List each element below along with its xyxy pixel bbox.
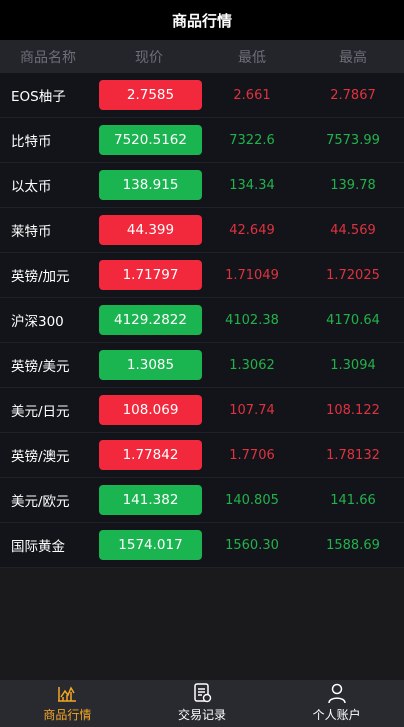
high-price: 7573.99 [326, 132, 380, 148]
product-name: 以太币 [11, 179, 52, 195]
table-row[interactable]: 比特币 7520.5162 7322.6 7573.99 [0, 118, 404, 163]
low-price: 2.661 [233, 87, 271, 103]
product-name: 美元/日元 [11, 404, 70, 420]
table-row[interactable]: 英镑/美元 1.3085 1.3062 1.3094 [0, 343, 404, 388]
price-cell: 1.71797 [96, 260, 202, 290]
current-price: 108.069 [99, 395, 202, 425]
column-header-price: 现价 [135, 49, 163, 66]
column-header-name: 商品名称 [20, 49, 76, 66]
low-price: 42.649 [229, 222, 275, 238]
column-header-low: 最低 [238, 49, 266, 66]
product-name: 沪深300 [11, 314, 64, 330]
price-cell: 138.915 [96, 170, 202, 200]
column-header-high: 最高 [339, 49, 367, 66]
product-name: EOS柚子 [11, 89, 66, 105]
tab-label: 交易记录 [178, 708, 227, 722]
price-cell: 2.7585 [96, 80, 202, 110]
low-price: 1560.30 [225, 537, 279, 553]
current-price: 138.915 [99, 170, 202, 200]
current-price: 1.3085 [99, 350, 202, 380]
page-title: 商品行情 [171, 11, 232, 30]
low-price: 140.805 [225, 492, 279, 508]
high-price: 1.78132 [326, 447, 380, 463]
low-price: 107.74 [229, 402, 275, 418]
tab-label: 商品行情 [43, 708, 92, 722]
table-row[interactable]: 美元/欧元 141.382 140.805 141.66 [0, 478, 404, 523]
high-price: 1.72025 [326, 267, 380, 283]
low-price: 7322.6 [229, 132, 275, 148]
table-row[interactable]: 国际黄金 1574.017 1560.30 1588.69 [0, 523, 404, 568]
table-row[interactable]: 英镑/加元 1.71797 1.71049 1.72025 [0, 253, 404, 298]
price-cell: 7520.5162 [96, 125, 202, 155]
table-row[interactable]: 以太币 138.915 134.34 139.78 [0, 163, 404, 208]
product-name: 比特币 [11, 134, 52, 150]
tab-records[interactable]: 交易记录 [135, 680, 270, 727]
current-price: 4129.2822 [99, 305, 202, 335]
current-price: 1.71797 [99, 260, 202, 290]
high-price: 4170.64 [326, 312, 380, 328]
price-cell: 108.069 [96, 395, 202, 425]
table-row[interactable]: 沪深300 4129.2822 4102.38 4170.64 [0, 298, 404, 343]
current-price: 1.77842 [99, 440, 202, 470]
chart-icon [58, 686, 77, 702]
low-price: 1.71049 [225, 267, 279, 283]
current-price: 7520.5162 [99, 125, 202, 155]
low-price: 4102.38 [225, 312, 279, 328]
product-name: 国际黄金 [11, 539, 65, 555]
high-price: 139.78 [330, 177, 376, 193]
price-cell: 141.382 [96, 485, 202, 515]
top-bar: 商品行情 [0, 0, 404, 40]
current-price: 141.382 [99, 485, 202, 515]
tab-account[interactable]: 个人账户 [269, 680, 404, 727]
quote-list: EOS柚子 2.7585 2.661 2.7867 比特币 7520.5162 7322.6… [0, 73, 404, 568]
price-cell: 1.3085 [96, 350, 202, 380]
high-price: 1588.69 [326, 537, 380, 553]
current-price: 2.7585 [99, 80, 202, 110]
current-price: 44.399 [99, 215, 202, 245]
price-cell: 44.399 [96, 215, 202, 245]
high-price: 108.122 [326, 402, 380, 418]
high-price: 1.3094 [330, 357, 376, 373]
tab-label: 个人账户 [312, 708, 361, 722]
table-row[interactable]: 莱特币 44.399 42.649 44.569 [0, 208, 404, 253]
table-header: 商品名称 现价 最低 最高 [0, 40, 404, 73]
low-price: 1.7706 [229, 447, 275, 463]
product-name: 莱特币 [11, 224, 52, 240]
low-price: 1.3062 [229, 357, 275, 373]
low-price: 134.34 [229, 177, 275, 193]
product-name: 美元/欧元 [11, 494, 70, 510]
bottom-tab-bar: 商品行情 交易记录 个人账户 [0, 680, 404, 727]
high-price: 141.66 [330, 492, 376, 508]
product-name: 英镑/澳元 [11, 449, 70, 465]
price-cell: 1574.017 [96, 530, 202, 560]
record-icon [194, 683, 212, 703]
high-price: 2.7867 [330, 87, 376, 103]
table-row[interactable]: 英镑/澳元 1.77842 1.7706 1.78132 [0, 433, 404, 478]
product-name: 英镑/加元 [11, 269, 70, 285]
tab-market[interactable]: 商品行情 [0, 680, 135, 727]
table-row[interactable]: 美元/日元 108.069 107.74 108.122 [0, 388, 404, 433]
price-cell: 4129.2822 [96, 305, 202, 335]
table-row[interactable]: EOS柚子 2.7585 2.661 2.7867 [0, 73, 404, 118]
product-name: 英镑/美元 [11, 359, 70, 375]
high-price: 44.569 [330, 222, 376, 238]
user-icon [327, 683, 346, 704]
price-cell: 1.77842 [96, 440, 202, 470]
current-price: 1574.017 [99, 530, 202, 560]
